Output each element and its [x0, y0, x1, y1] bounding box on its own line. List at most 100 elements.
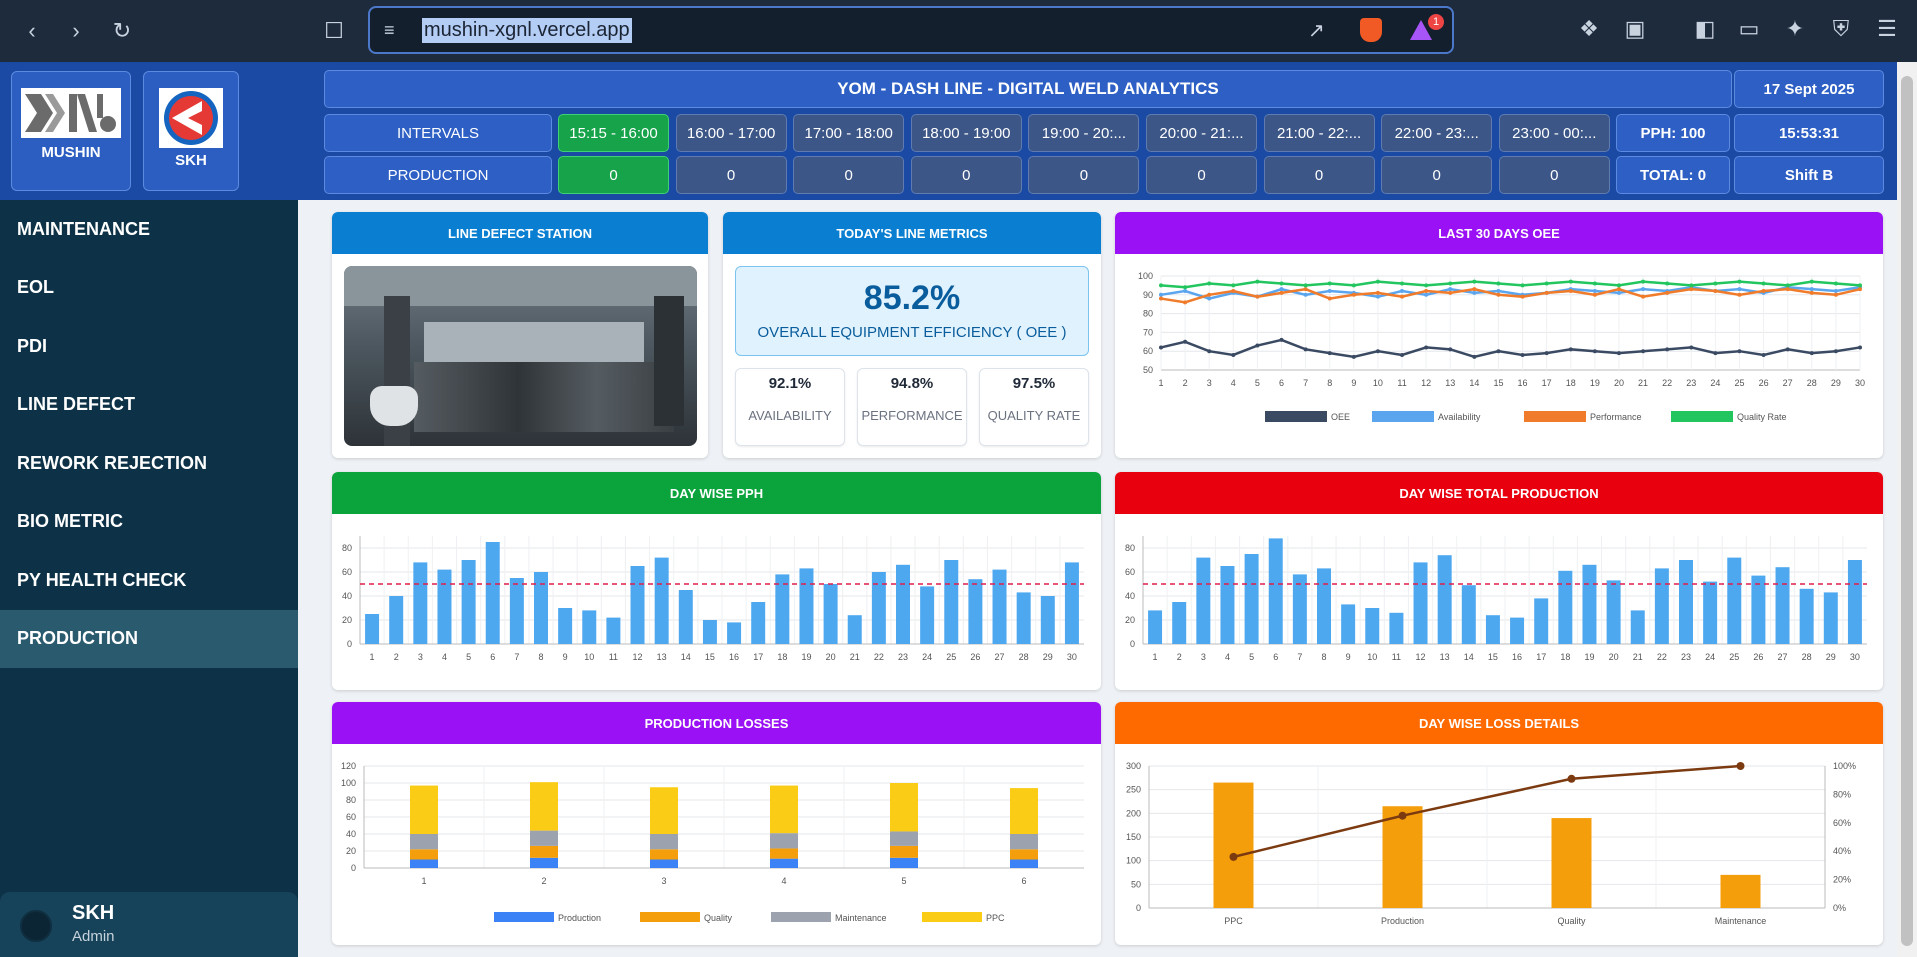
- total-production-header: DAY WISE TOTAL PRODUCTION: [1115, 472, 1883, 514]
- skh-logo-card[interactable]: SKH: [143, 71, 239, 191]
- total-x-tick: 25: [1729, 652, 1739, 662]
- reload-icon[interactable]: ↻: [104, 13, 140, 49]
- dashboard-title: YOM - DASH LINE - DIGITAL WELD ANALYTICS: [324, 70, 1732, 108]
- sidebar-item-maintenance[interactable]: MAINTENANCE: [0, 200, 298, 259]
- interval-4[interactable]: 18:00 - 19:00: [910, 114, 1022, 152]
- losses-legend-label: Quality: [704, 913, 733, 923]
- losses-x-tick: 3: [661, 876, 666, 886]
- scrollbar-thumb[interactable]: [1901, 76, 1913, 946]
- sidebar-item-py-health-check[interactable]: PY HEALTH CHECK: [0, 551, 298, 610]
- oee30-x-tick: 28: [1807, 378, 1817, 388]
- pph-y-tick: 0: [347, 639, 352, 649]
- line-defect-card: LINE DEFECT STATION: [332, 212, 708, 458]
- total-y-tick: 0: [1130, 639, 1135, 649]
- leo-ai-icon[interactable]: ✦: [1780, 14, 1810, 44]
- sidebar-item-production[interactable]: PRODUCTION: [0, 609, 298, 668]
- share-icon[interactable]: ↗: [1308, 18, 1325, 43]
- losses-legend-swatch: [640, 912, 700, 922]
- losses-x-tick: 6: [1021, 876, 1026, 886]
- production-count-6: 0: [1146, 156, 1257, 194]
- total-bar: [1582, 564, 1597, 644]
- extensions-icon[interactable]: ❖: [1574, 14, 1604, 44]
- total-bar: [1654, 568, 1669, 644]
- oee30-header: LAST 30 DAYS OEE: [1115, 212, 1883, 254]
- back-icon[interactable]: ‹: [14, 13, 50, 49]
- losses-legend-label: Production: [558, 913, 601, 923]
- oee30-point: [1544, 281, 1549, 286]
- oee30-point: [1231, 283, 1236, 288]
- pph-x-tick: 9: [563, 652, 568, 662]
- vpn-icon[interactable]: ⛨: [1826, 14, 1856, 44]
- total-bar: [1268, 538, 1283, 644]
- oee30-point: [1641, 349, 1646, 354]
- oee30-point: [1496, 349, 1501, 354]
- total-bar: [1413, 562, 1428, 644]
- interval-7[interactable]: 21:00 - 22:...: [1263, 114, 1375, 152]
- sidebar-item-bio-metric[interactable]: BIO METRIC: [0, 493, 298, 552]
- pph-bar: [485, 542, 500, 644]
- page-scrollbar[interactable]: [1897, 62, 1917, 957]
- total-y-tick: 80: [1125, 543, 1135, 553]
- pph-chart: 0204060801 2 3 4 5 6 7 8 9 10 11 12 13 14 15 16 17 18 19 20…: [342, 536, 1084, 662]
- oee30-x-tick: 14: [1469, 378, 1479, 388]
- oee30-x-tick: 6: [1279, 378, 1284, 388]
- forward-icon[interactable]: ›: [58, 13, 94, 49]
- oee30-point: [1809, 279, 1814, 284]
- oee30-point: [1327, 351, 1332, 356]
- sidebar-item-eol[interactable]: EOL: [0, 259, 298, 318]
- oee30-point: [1303, 283, 1308, 288]
- oee30-point: [1424, 345, 1429, 350]
- oee30-point: [1641, 294, 1646, 299]
- oee30-x-tick: 15: [1493, 378, 1503, 388]
- interval-1[interactable]: 15:15 - 16:00: [558, 114, 669, 152]
- interval-5[interactable]: 19:00 - 20:...: [1028, 114, 1140, 152]
- losses-bar-maintenance: [1010, 834, 1038, 850]
- site-settings-icon[interactable]: ≡: [384, 20, 395, 41]
- loss-details-y-tick: 100: [1126, 856, 1141, 866]
- oee30-point: [1568, 347, 1573, 352]
- oee30-point: [1544, 290, 1549, 295]
- oee30-point: [1327, 296, 1332, 301]
- oee30-legend-swatch: [1671, 411, 1733, 422]
- sidebar-item-line-defect[interactable]: LINE DEFECT: [0, 376, 298, 435]
- total-bar: [1485, 615, 1500, 644]
- interval-3[interactable]: 17:00 - 18:00: [793, 114, 905, 152]
- sidebar-item-pdi[interactable]: PDI: [0, 317, 298, 376]
- mushin-logo-card[interactable]: MUSHIN: [11, 71, 131, 191]
- losses-legend-label: PPC: [986, 913, 1005, 923]
- oee30-point: [1448, 287, 1453, 292]
- pph-x-tick: 21: [850, 652, 860, 662]
- interval-9[interactable]: 23:00 - 00:...: [1498, 114, 1610, 152]
- quality-value: 97.5%: [1012, 375, 1056, 392]
- interval-8[interactable]: 22:00 - 23:...: [1381, 114, 1493, 152]
- pph-x-tick: 30: [1067, 652, 1077, 662]
- oee30-point: [1520, 283, 1525, 288]
- user-profile[interactable]: SKH Admin: [0, 892, 298, 957]
- interval-6[interactable]: 20:00 - 21:...: [1146, 114, 1257, 152]
- menu-icon[interactable]: ☰: [1872, 14, 1902, 44]
- address-bar[interactable]: ≡ mushin-xgnl.vercel.app ↗ 1: [368, 6, 1454, 54]
- interval-2[interactable]: 16:00 - 17:00: [675, 114, 787, 152]
- losses-bar-ppc: [530, 782, 558, 831]
- wallet-icon[interactable]: ▭: [1734, 14, 1764, 44]
- losses-bar-maintenance: [770, 833, 798, 849]
- bookmark-icon[interactable]: ☐: [316, 13, 352, 49]
- oee30-point: [1448, 281, 1453, 286]
- oee30-point: [1207, 292, 1212, 297]
- oee30-point: [1279, 281, 1284, 286]
- total-bar: [1823, 592, 1838, 644]
- total-x-tick: 13: [1440, 652, 1450, 662]
- total-x-tick: 29: [1826, 652, 1836, 662]
- brave-shield-icon[interactable]: [1360, 18, 1382, 42]
- sidebar-item-rework-rejection[interactable]: REWORK REJECTION: [0, 434, 298, 493]
- total-x-tick: 30: [1850, 652, 1860, 662]
- pph-bar: [968, 579, 983, 644]
- production-count-5: 0: [1028, 156, 1140, 194]
- total-x-tick: 5: [1249, 652, 1254, 662]
- skh-label: SKH: [175, 152, 207, 169]
- sidebar-icon[interactable]: ◧: [1690, 14, 1720, 44]
- total-x-tick: 6: [1273, 652, 1278, 662]
- total-x-tick: 22: [1657, 652, 1667, 662]
- pph-bar: [413, 562, 428, 644]
- screenshot-icon[interactable]: ▣: [1620, 14, 1650, 44]
